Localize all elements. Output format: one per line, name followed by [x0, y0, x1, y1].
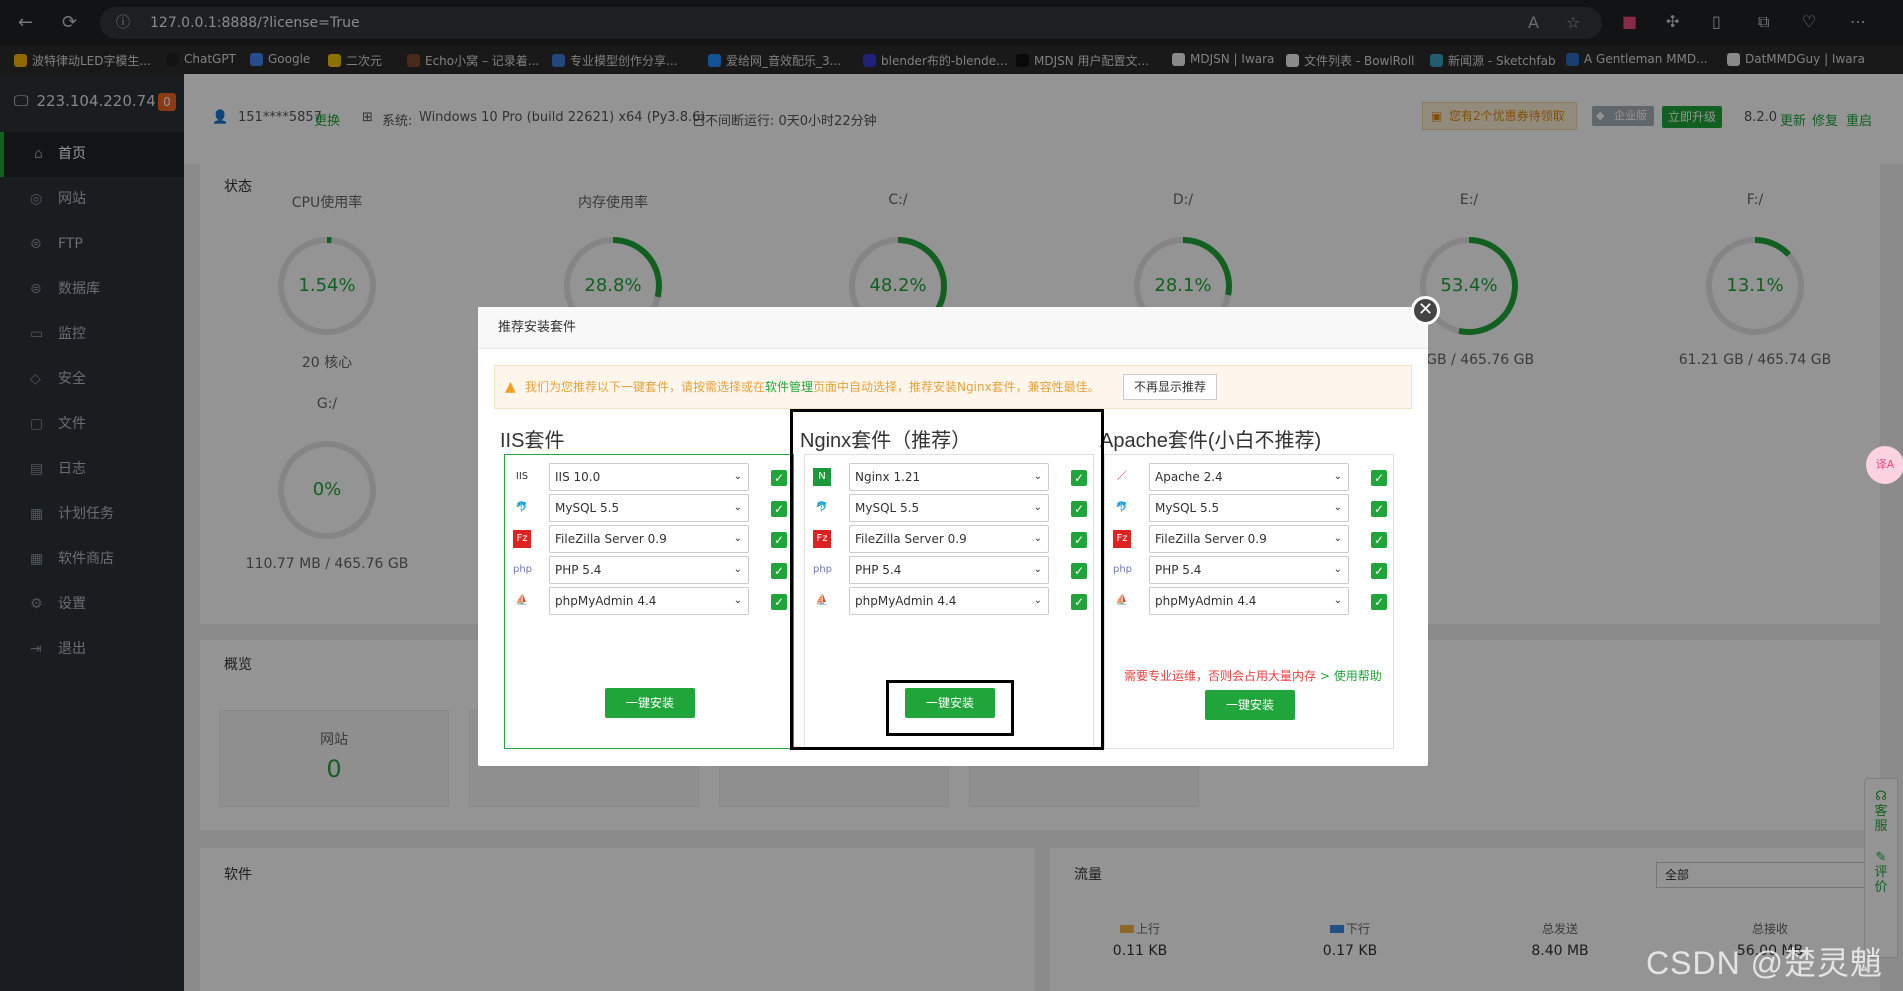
install-checkbox[interactable]: ✓ [771, 470, 787, 486]
chevron-down-icon: ⌄ [1333, 533, 1342, 544]
suite-software-row: Fz FileZilla Server 0.9 ⌄ ✓ [1113, 525, 1387, 553]
install-checkbox[interactable]: ✓ [1371, 563, 1387, 579]
suite-title: IIS套件 [500, 430, 565, 452]
suite-card[interactable]: ／ Apache 2.4 ⌄ ✓ 🐬 MySQL 5.5 ⌄ ✓ Fz FileZilla Ser… [1104, 454, 1394, 749]
version-select[interactable]: IIS 10.0 ⌄ [549, 463, 749, 491]
software-manage-link[interactable]: 软件管理 [765, 380, 813, 394]
mysql-icon: 🐬 [515, 502, 529, 513]
php-icon: php [1113, 564, 1133, 575]
install-checkbox[interactable]: ✓ [1371, 594, 1387, 610]
translate-fab-icon[interactable]: 译A [1866, 446, 1903, 484]
version-select[interactable]: phpMyAdmin 4.4 ⌄ [1149, 587, 1349, 615]
iis-icon: IIS [515, 471, 529, 482]
chevron-down-icon: ⌄ [1333, 564, 1342, 575]
help-link[interactable]: > 使用帮助 [1320, 669, 1382, 683]
install-checkbox[interactable]: ✓ [1371, 470, 1387, 486]
suite-software-row: 🐬 MySQL 5.5 ⌄ ✓ [513, 494, 787, 522]
suite-software-row: ／ Apache 2.4 ⌄ ✓ [1113, 463, 1387, 491]
suite-software-row: IIS IIS 10.0 ⌄ ✓ [513, 463, 787, 491]
install-checkbox[interactable]: ✓ [771, 532, 787, 548]
filezilla-icon: Fz [1113, 530, 1131, 548]
suite-software-row: ⛵ phpMyAdmin 4.4 ⌄ ✓ [513, 587, 787, 615]
install-checkbox[interactable]: ✓ [771, 563, 787, 579]
install-checkbox[interactable]: ✓ [771, 501, 787, 517]
suite-software-row: 🐬 MySQL 5.5 ⌄ ✓ [1113, 494, 1387, 522]
dont-show-again-button[interactable]: 不再显示推荐 [1123, 374, 1217, 400]
version-select[interactable]: PHP 5.4 ⌄ [549, 556, 749, 584]
recommend-warning: ▲ 我们为您推荐以下一键套件，请按需选择或在软件管理页面中自动选择，推荐安装Ng… [494, 365, 1412, 409]
filezilla-icon: Fz [513, 530, 531, 548]
chevron-down-icon: ⌄ [1333, 471, 1342, 482]
version-select[interactable]: FileZilla Server 0.9 ⌄ [1149, 525, 1349, 553]
chevron-down-icon: ⌄ [733, 564, 742, 575]
install-checkbox[interactable]: ✓ [1371, 501, 1387, 517]
csdn-watermark: CSDN @楚灵魈 [1646, 945, 1884, 981]
version-select[interactable]: MySQL 5.5 ⌄ [549, 494, 749, 522]
install-checkbox[interactable]: ✓ [1371, 532, 1387, 548]
one-click-install-button[interactable]: 一键安装 [1205, 690, 1295, 720]
phpmyadmin-icon: ⛵ [515, 595, 529, 606]
warning-icon: ▲ [505, 379, 516, 395]
highlight-box-install-button [886, 680, 1014, 736]
suite-software-row: Fz FileZilla Server 0.9 ⌄ ✓ [513, 525, 787, 553]
apache-icon: ／ [1117, 471, 1127, 482]
version-select[interactable]: phpMyAdmin 4.4 ⌄ [549, 587, 749, 615]
one-click-install-button[interactable]: 一键安装 [605, 688, 695, 718]
chevron-down-icon: ⌄ [733, 533, 742, 544]
chevron-down-icon: ⌄ [1333, 595, 1342, 606]
suite-software-row: ⛵ phpMyAdmin 4.4 ⌄ ✓ [1113, 587, 1387, 615]
modal-title: 推荐安装套件 [478, 307, 1428, 349]
suite-software-row: php PHP 5.4 ⌄ ✓ [1113, 556, 1387, 584]
suite-software-row: php PHP 5.4 ⌄ ✓ [513, 556, 787, 584]
install-checkbox[interactable]: ✓ [771, 594, 787, 610]
chevron-down-icon: ⌄ [733, 471, 742, 482]
php-icon: php [513, 564, 533, 575]
phpmyadmin-icon: ⛵ [1115, 595, 1129, 606]
suite-card[interactable]: IIS IIS 10.0 ⌄ ✓ 🐬 MySQL 5.5 ⌄ ✓ Fz FileZilla Ser… [504, 454, 794, 749]
chevron-down-icon: ⌄ [733, 595, 742, 606]
chevron-down-icon: ⌄ [1333, 502, 1342, 513]
version-select[interactable]: FileZilla Server 0.9 ⌄ [549, 525, 749, 553]
version-select[interactable]: PHP 5.4 ⌄ [1149, 556, 1349, 584]
mysql-icon: 🐬 [1115, 502, 1129, 513]
close-icon[interactable]: ✕ [1411, 296, 1440, 325]
apache-warning-note: 需要专业运维，否则会占用大量内存 > 使用帮助 [1124, 669, 1382, 683]
version-select[interactable]: Apache 2.4 ⌄ [1149, 463, 1349, 491]
version-select[interactable]: MySQL 5.5 ⌄ [1149, 494, 1349, 522]
suite-title: Apache套件(小白不推荐) [1100, 430, 1322, 452]
chevron-down-icon: ⌄ [733, 502, 742, 513]
